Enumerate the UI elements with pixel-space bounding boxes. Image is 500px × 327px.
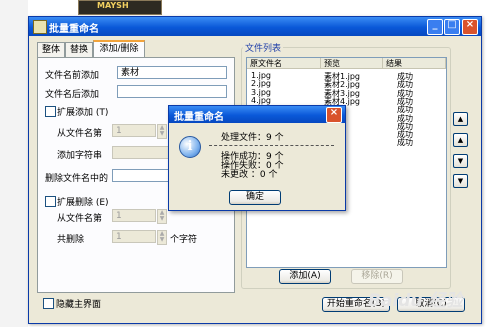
move-up-button[interactable]: ▲ bbox=[453, 133, 468, 147]
file-list-title: 文件列表 bbox=[243, 41, 284, 54]
prefix-label: 文件名前添加 bbox=[45, 71, 100, 81]
from-char-input[interactable]: 1 bbox=[112, 124, 156, 137]
dialog-title-bar[interactable]: 批量重命名 × bbox=[169, 106, 345, 123]
column-preview[interactable]: 预览 bbox=[321, 58, 383, 69]
minimize-button[interactable]: _ bbox=[427, 19, 443, 35]
delete-in-name-label: 删除文件名中的 bbox=[45, 174, 109, 184]
desktop-background bbox=[0, 0, 28, 327]
title-bar[interactable]: 批量重命名 _ □ × bbox=[29, 17, 481, 36]
app-icon bbox=[33, 20, 47, 34]
add-string-label: 添加字符串 bbox=[57, 151, 103, 161]
watermark: Baidu 经验 bbox=[368, 291, 463, 311]
from-char2-spinner[interactable]: ▲ ▼ bbox=[157, 209, 167, 224]
processed-count: 处理文件：9 个 bbox=[221, 133, 284, 143]
info-icon: i bbox=[179, 136, 201, 158]
ext-add-label: 扩展添加 (T) bbox=[57, 108, 109, 118]
move-down-button[interactable]: ▼ bbox=[453, 154, 468, 168]
file-list-cell[interactable]: 4.jpg bbox=[251, 96, 271, 105]
ext-add-checkbox[interactable] bbox=[45, 106, 56, 117]
remove-button[interactable]: 移除(R) bbox=[351, 269, 403, 284]
ok-button[interactable]: 确定 bbox=[229, 190, 281, 205]
hide-main-label: 隐藏主界面 bbox=[56, 300, 102, 310]
suffix-label: 文件名后添加 bbox=[45, 90, 100, 100]
from-char-label: 从文件名第 bbox=[57, 129, 103, 139]
suffix-input[interactable] bbox=[117, 85, 227, 98]
total-delete-spinner[interactable]: ▲ ▼ bbox=[157, 230, 167, 245]
prefix-input[interactable]: 素材 bbox=[117, 66, 227, 79]
tab-replace[interactable]: 替换 bbox=[65, 42, 93, 57]
from-char2-label: 从文件名第 bbox=[57, 214, 103, 224]
ext-delete-checkbox[interactable] bbox=[45, 196, 56, 207]
total-delete-input[interactable]: 1 bbox=[112, 230, 156, 243]
window-title: 批量重命名 bbox=[49, 24, 99, 35]
move-top-button[interactable]: ▲ bbox=[453, 112, 468, 126]
result-dialog: 批量重命名 × i 处理文件：9 个 操作成功：9 个 操作失败：0 个 未更改… bbox=[168, 105, 346, 211]
move-bottom-button[interactable]: ▼ bbox=[453, 174, 468, 188]
tab-add-delete[interactable]: 添加/删除 bbox=[93, 40, 145, 57]
hide-main-checkbox[interactable] bbox=[43, 298, 54, 309]
column-result[interactable]: 结果 bbox=[383, 58, 446, 69]
add-button[interactable]: 添加(A) bbox=[279, 269, 331, 284]
background-thumbnail: MAYSH bbox=[78, 0, 162, 15]
from-char2-input[interactable]: 1 bbox=[112, 209, 156, 222]
unchanged-count: 未更改 ：0 个 bbox=[221, 170, 278, 180]
total-delete-label: 共删除 bbox=[57, 235, 85, 245]
char-unit-label: 个字符 bbox=[170, 235, 198, 245]
ext-delete-label: 扩展删除 (E) bbox=[57, 198, 109, 208]
close-button[interactable]: × bbox=[462, 19, 478, 35]
from-char-spinner[interactable]: ▲ ▼ bbox=[157, 124, 167, 139]
thumbnail-text: MAYSH bbox=[97, 1, 129, 10]
dialog-separator bbox=[209, 145, 334, 146]
dialog-title: 批量重命名 bbox=[174, 112, 224, 123]
dialog-close-button[interactable]: × bbox=[326, 107, 342, 123]
column-original-name[interactable]: 原文件名 bbox=[247, 58, 321, 69]
maximize-button[interactable]: □ bbox=[444, 19, 460, 35]
tab-overall[interactable]: 整体 bbox=[37, 42, 65, 57]
file-list-cell[interactable]: 成功 bbox=[397, 137, 413, 148]
